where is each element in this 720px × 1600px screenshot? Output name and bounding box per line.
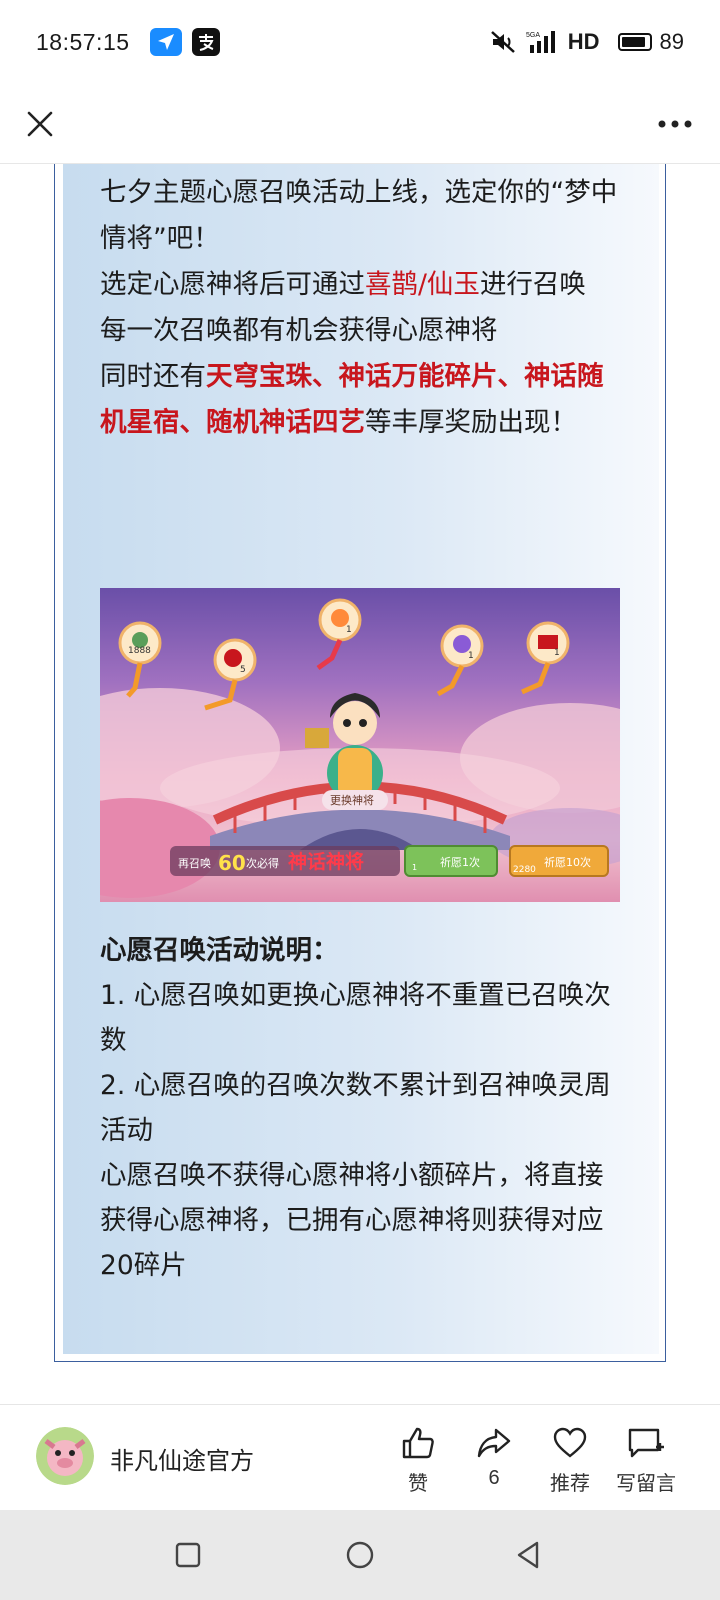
avatar[interactable] — [36, 1427, 94, 1485]
note-item: 心愿召唤不获得心愿神将小额碎片，将直接获得心愿神将，已拥有心愿神将则获得对应20… — [100, 1160, 604, 1281]
summon-currency: 喜鹊/仙玉 — [365, 269, 480, 300]
article-body: 七夕主题心愿召唤活动上线，选定你的“梦中情将”吧！ 选定心愿神将后可通过喜鹊/仙… — [0, 164, 720, 1404]
mute-icon — [490, 31, 515, 53]
top-nav — [0, 84, 720, 164]
svg-text:祈愿10次: 祈愿10次 — [544, 855, 591, 869]
note-item: 1. 心愿召唤如更换心愿神将不重置已召唤次数 — [100, 980, 611, 1056]
comment-icon — [628, 1428, 664, 1458]
svg-text:5: 5 — [240, 665, 246, 675]
reward-lantern — [118, 621, 162, 698]
svg-text:1: 1 — [554, 648, 560, 658]
close-button[interactable] — [18, 102, 62, 146]
more-icon — [658, 120, 692, 128]
status-bar: 18:57:15 5GA HD 89 — [0, 0, 720, 84]
svg-text:次必得: 次必得 — [246, 856, 279, 870]
svg-text:更换神将: 更换神将 — [330, 793, 374, 807]
circle-icon — [346, 1541, 374, 1569]
event-banner-image[interactable]: 1888 5 1 1 1 更换神将 再召唤 60 次必得 神话神将 1 祈愿1次… — [100, 588, 620, 902]
intro-text: 七夕主题心愿召唤活动上线，选定你的“梦中情将”吧！ 选定心愿神将后可通过喜鹊/仙… — [100, 170, 620, 446]
notes-heading: 心愿召唤活动说明： — [100, 935, 339, 966]
svg-text:祈愿1次: 祈愿1次 — [440, 855, 480, 869]
account-name[interactable]: 非凡仙途官方 — [110, 1441, 254, 1476]
like-button[interactable]: 赞 — [378, 1423, 458, 1496]
share-icon — [477, 1428, 511, 1458]
svg-text:60: 60 — [218, 851, 246, 875]
recommend-label: 推荐 — [550, 1473, 590, 1495]
share-count: 6 — [488, 1467, 500, 1489]
close-icon — [27, 111, 53, 137]
intro-paragraph-4: 同时还有天穹宝珠、神话万能碎片、神话随机星宿、随机神话四艺等丰厚奖励出现！ — [100, 361, 604, 438]
svg-text:2280: 2280 — [513, 865, 536, 875]
action-bar: 非凡仙途官方 赞 6 推荐 写留言 — [0, 1404, 720, 1510]
svg-text:1: 1 — [412, 863, 417, 872]
change-general-button[interactable]: 更换神将 — [322, 790, 388, 810]
system-navigation-bar — [0, 1510, 720, 1600]
reward-count: 1888 — [128, 646, 151, 656]
svg-text:1: 1 — [468, 651, 474, 661]
share-button[interactable]: 6 — [454, 1423, 534, 1490]
svg-text:5GA: 5GA — [526, 32, 540, 39]
activity-notes: 心愿召唤活动说明： 1. 心愿召唤如更换心愿神将不重置已召唤次数 2. 心愿召唤… — [100, 928, 620, 1288]
comment-button[interactable]: 写留言 — [606, 1423, 686, 1496]
back-button[interactable] — [508, 1535, 548, 1575]
svg-text:神话神将: 神话神将 — [288, 850, 364, 873]
wish-ten-button[interactable]: 2280 祈愿10次 — [509, 845, 609, 877]
thumbs-up-icon — [402, 1427, 434, 1459]
battery-icon — [617, 33, 652, 51]
intro-paragraph-1: 七夕主题心愿召唤活动上线，选定你的“梦中情将”吧！ — [100, 177, 618, 254]
wish-once-button[interactable]: 1 祈愿1次 — [404, 845, 498, 877]
status-indicators: 5GA HD 89 — [490, 29, 684, 55]
home-button[interactable] — [340, 1535, 380, 1575]
recent-apps-button[interactable] — [168, 1535, 208, 1575]
alipay-app-icon — [191, 28, 220, 56]
more-button[interactable] — [650, 102, 700, 146]
note-item: 2. 心愿召唤的召唤次数不累计到召神唤灵周活动 — [100, 1070, 611, 1146]
like-label: 赞 — [408, 1473, 428, 1495]
network-type: HD — [567, 29, 600, 54]
location-app-icon — [149, 28, 182, 56]
intro-paragraph-2: 选定心愿神将后可通过喜鹊/仙玉进行召唤 — [100, 269, 586, 300]
intro-paragraph-3: 每一次召唤都有机会获得心愿神将 — [100, 315, 498, 346]
battery-level: 89 — [659, 29, 684, 54]
recommend-button[interactable]: 推荐 — [530, 1423, 610, 1496]
comment-label: 写留言 — [616, 1473, 676, 1495]
svg-text:1: 1 — [346, 625, 352, 635]
heart-icon — [553, 1427, 587, 1458]
back-triangle-icon — [517, 1541, 539, 1569]
signal-icon: 5GA — [526, 31, 555, 53]
status-time: 18:57:15 — [36, 28, 130, 55]
svg-text:再召唤: 再召唤 — [178, 856, 211, 870]
square-icon — [175, 1542, 201, 1568]
